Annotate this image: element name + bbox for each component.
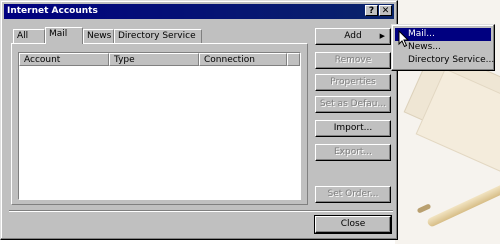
dialog-separator [9, 210, 393, 212]
tab-mail[interactable]: Mail [45, 27, 83, 44]
window-title: Internet Accounts [7, 6, 98, 16]
title-bar[interactable]: Internet Accounts ? ✕ [4, 4, 394, 19]
column-header-account[interactable]: Account [19, 53, 109, 66]
internet-accounts-dialog: Internet Accounts ? ✕ All Mail News Dire… [0, 0, 398, 240]
column-header-connection[interactable]: Connection [199, 53, 287, 66]
set-as-default-button[interactable]: Set as Defau... [315, 96, 391, 113]
mouse-pointer-icon [398, 30, 410, 48]
pen-tip-image [416, 203, 432, 214]
properties-button[interactable]: Properties [315, 74, 391, 91]
help-button[interactable]: ? [365, 5, 378, 16]
close-button[interactable]: Close [314, 215, 392, 234]
submenu-arrow-icon: ▶ [379, 32, 385, 40]
close-window-button[interactable]: ✕ [379, 5, 392, 16]
column-header-filler [287, 53, 300, 66]
tab-directory-service[interactable]: Directory Service [114, 29, 202, 43]
pen-image [426, 173, 500, 228]
accounts-list-header: Account Type Connection [19, 53, 300, 66]
column-header-type[interactable]: Type [109, 53, 199, 66]
add-button-label: Add [344, 31, 362, 41]
remove-button[interactable]: Remove [315, 52, 391, 69]
import-button[interactable]: Import... [315, 120, 391, 137]
set-order-button[interactable]: Set Order... [315, 186, 391, 203]
accounts-list[interactable]: Account Type Connection [18, 52, 301, 200]
tab-all[interactable]: All [13, 29, 45, 43]
add-button[interactable]: Add ▶ [315, 28, 391, 45]
menu-item-directory-service[interactable]: Directory Service... [395, 54, 494, 67]
export-button[interactable]: Export... [315, 144, 391, 161]
tab-news[interactable]: News [83, 29, 114, 43]
mail-tab-panel: Account Type Connection [11, 43, 308, 205]
